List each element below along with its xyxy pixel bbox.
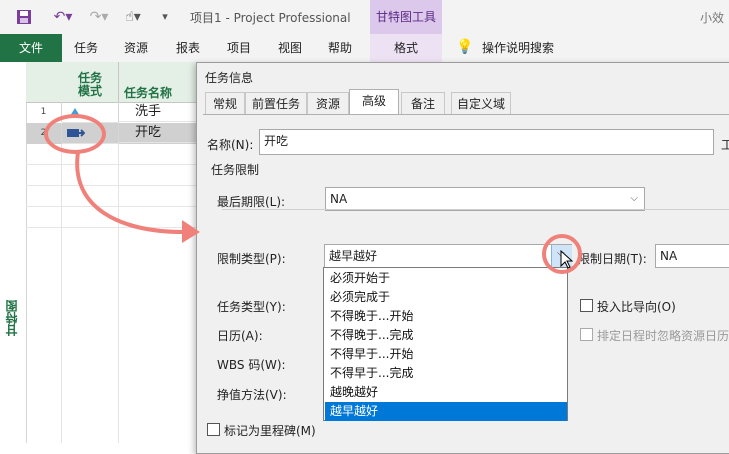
view-label: 甘特图 (5, 300, 19, 336)
tab-predecessors[interactable]: 前置任务 (245, 92, 307, 114)
column-header-task-mode-label: 任务 模式 (77, 71, 102, 98)
constraint-type-label: 限制类型(P): (217, 252, 286, 266)
calendar-label: 日历(A): (217, 329, 263, 343)
name-suffix: 工 (721, 138, 729, 152)
tab-task[interactable]: 任务 (66, 34, 106, 62)
tab-divider (203, 114, 729, 115)
wbs-code-label: WBS 码(W): (217, 358, 286, 372)
milestone-label: 标记为里程碑(M) (224, 424, 316, 438)
tab-help[interactable]: 帮助 (320, 34, 360, 62)
deadline-value: NA (330, 192, 348, 206)
effort-driven-checkbox[interactable] (580, 299, 593, 312)
option-as-late-as-possible[interactable]: 越晚越好 (325, 383, 567, 402)
gantt-tools-context-tab: 甘特图工具 (370, 0, 442, 34)
ignore-resource-calendar-label: 排定日程时忽略资源日历 (597, 329, 729, 343)
tab-file[interactable]: 文件 (0, 34, 62, 62)
tab-project[interactable]: 项目 (219, 34, 259, 62)
effort-driven-label: 投入比导向(O) (597, 300, 676, 314)
earned-value-label: 挣值方法(V): (217, 388, 287, 402)
option-start-no-earlier-than[interactable]: 不得早于...开始 (325, 345, 567, 364)
deadline-dropdown[interactable]: NA ⌵ (325, 187, 645, 211)
undo-icon[interactable]: ↶▾ (48, 6, 78, 28)
tab-report[interactable]: 报表 (168, 34, 208, 62)
constraint-type-value: 越早越好 (329, 249, 378, 263)
option-as-soon-as-possible[interactable]: 越早越好 (325, 402, 567, 421)
task-type-label: 任务类型(Y): (217, 300, 286, 314)
column-header-task-mode[interactable]: 任务 模式 (62, 62, 119, 103)
document-title: 项目1 - Project Professional (190, 11, 351, 25)
milestone-checkbox[interactable] (207, 423, 220, 436)
name-field[interactable]: 开吃 (259, 129, 714, 155)
highlight-circle (542, 234, 582, 274)
constraint-type-list: 必须开始于 必须完成于 不得晚于...开始 不得晚于...完成 不得早于...开… (323, 267, 568, 421)
chevron-down-icon: ⌵ (630, 193, 638, 204)
ribbon-bar (0, 34, 729, 63)
tab-custom-fields[interactable]: 自定义域 (451, 92, 511, 114)
touch-mode-icon[interactable]: ☝▾ (118, 6, 148, 28)
option-start-no-later-than[interactable]: 不得晚于...开始 (325, 307, 567, 326)
tab-format[interactable]: 格式 (370, 34, 442, 62)
constraint-date-field[interactable]: NA (655, 244, 729, 268)
constraint-type-dropdown[interactable]: 越早越好 (324, 244, 572, 268)
tab-notes[interactable]: 备注 (401, 92, 445, 114)
tab-general[interactable]: 常规 (205, 92, 245, 114)
option-finish-no-earlier-than[interactable]: 不得早于...完成 (325, 364, 567, 383)
constraint-date-label: 限制日期(T): (578, 252, 647, 266)
tab-advanced[interactable]: 高级 (349, 89, 399, 115)
option-must-start-on[interactable]: 必须开始于 (325, 269, 567, 288)
select-all-corner[interactable] (26, 62, 63, 103)
view-bar (0, 62, 27, 443)
option-must-finish-on[interactable]: 必须完成于 (325, 288, 567, 307)
annotation-arrow-icon (75, 151, 200, 243)
tab-view[interactable]: 视图 (270, 34, 310, 62)
lightbulb-icon: 💡 (456, 39, 474, 55)
option-finish-no-later-than[interactable]: 不得晚于...完成 (325, 326, 567, 345)
column-header-task-name-label: 任务名称 (124, 86, 173, 100)
save-icon[interactable] (14, 6, 34, 28)
ignore-resource-calendar-checkbox[interactable] (580, 328, 593, 341)
tab-resource[interactable]: 资源 (116, 34, 156, 62)
tell-me-search[interactable]: 操作说明搜索 (482, 34, 562, 62)
redo-icon[interactable]: ↷▾ (84, 6, 114, 28)
tab-resources[interactable]: 资源 (307, 92, 349, 114)
dialog-title: 任务信息 (205, 71, 254, 85)
separator (222, 209, 729, 210)
user-name: 小效 (700, 11, 725, 25)
customize-qat-icon[interactable]: ▾ (155, 6, 175, 28)
deadline-label: 最后期限(L): (217, 195, 286, 209)
